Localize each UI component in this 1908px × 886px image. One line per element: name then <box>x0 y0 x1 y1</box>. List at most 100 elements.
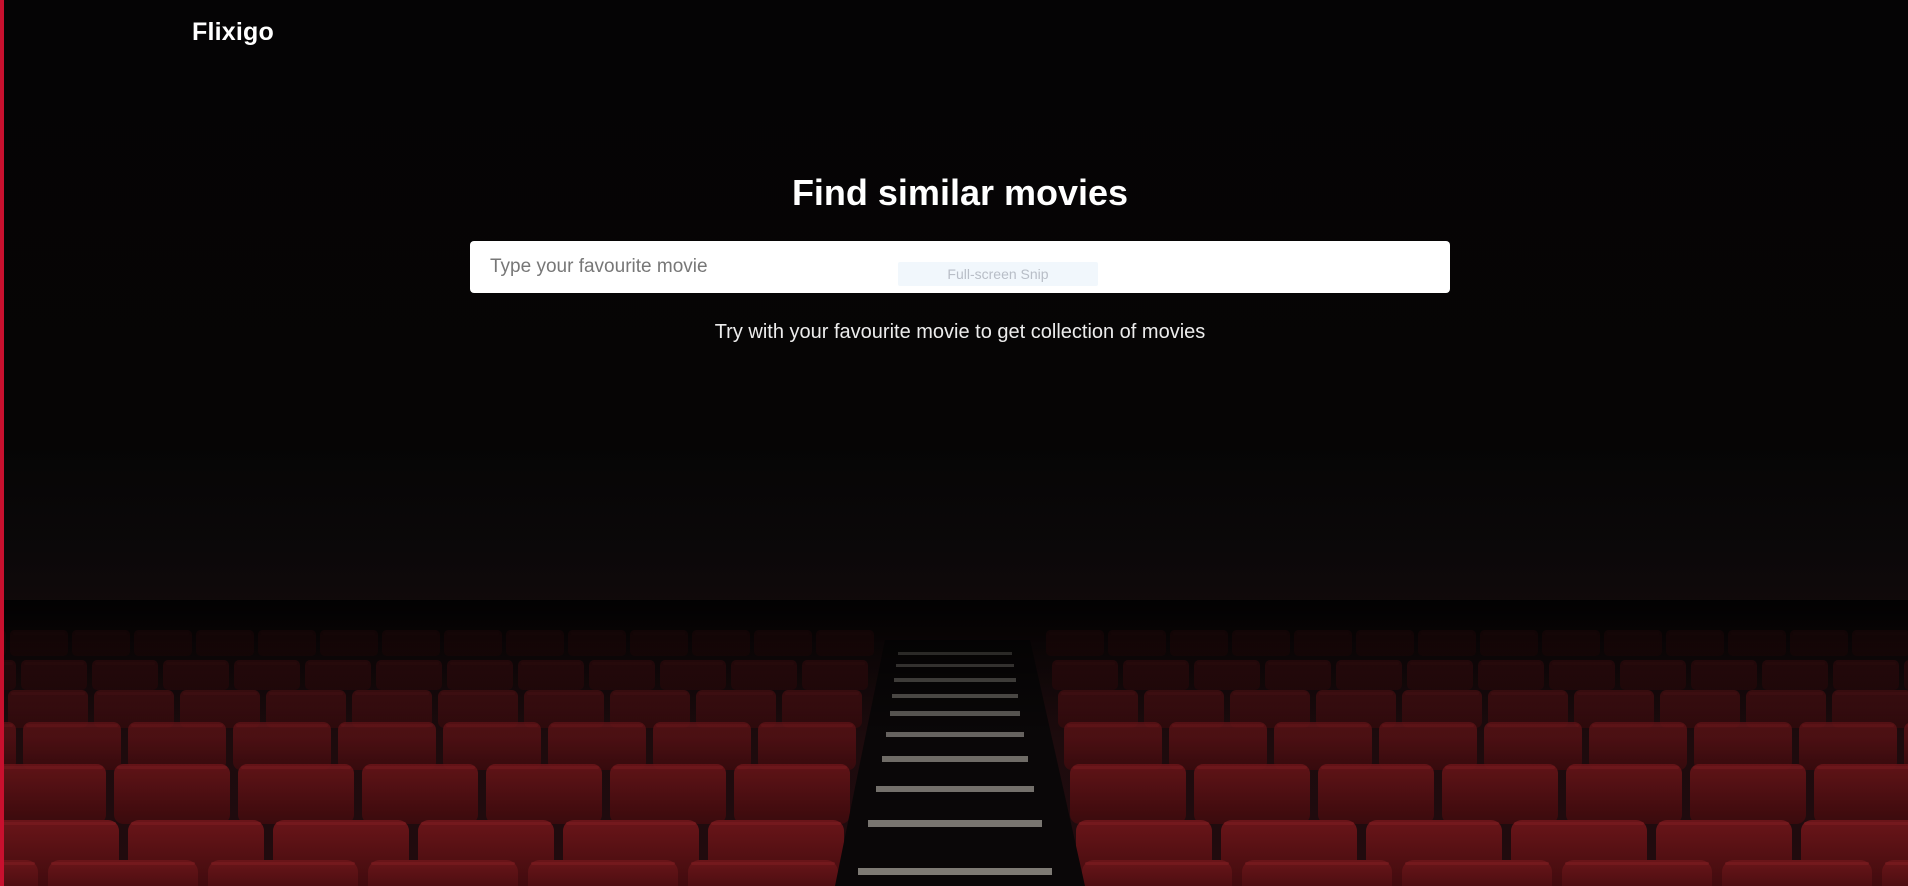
theater-seat <box>1379 722 1477 770</box>
theater-seat <box>1511 820 1647 886</box>
theater-seat <box>114 764 230 824</box>
theater-seat <box>1484 722 1582 770</box>
theater-seat <box>734 764 850 824</box>
theater-seat <box>1194 660 1260 690</box>
theater-seat <box>273 820 409 886</box>
left-accent-bar <box>0 0 4 886</box>
theater-seat <box>238 764 354 824</box>
theater-seat <box>630 630 688 656</box>
theater-seat <box>1336 660 1402 690</box>
theater-seat <box>1046 630 1104 656</box>
theater-seat <box>610 690 690 728</box>
theater-seat <box>1589 722 1687 770</box>
theater-seat <box>1722 860 1872 886</box>
theater-seat <box>1070 764 1186 824</box>
theater-seat <box>208 860 358 886</box>
theater-seat <box>376 660 442 690</box>
theater-seat <box>1882 860 1908 886</box>
theater-seat <box>128 820 264 886</box>
theater-seat <box>1082 860 1232 886</box>
theater-background-image <box>0 600 1908 886</box>
theater-seat <box>660 660 726 690</box>
theater-seat <box>688 860 838 886</box>
theater-seat <box>163 660 229 690</box>
theater-seat <box>1790 630 1848 656</box>
theater-seat <box>1418 630 1476 656</box>
theater-seat <box>506 630 564 656</box>
theater-seat <box>1762 660 1828 690</box>
theater-seat <box>266 690 346 728</box>
aisle-step <box>876 786 1034 792</box>
theater-seat <box>1620 660 1686 690</box>
theater-seat <box>23 722 121 770</box>
theater-seat <box>1058 690 1138 728</box>
theater-seat <box>1728 630 1786 656</box>
theater-seat <box>1801 820 1908 886</box>
theater-seat <box>233 722 331 770</box>
theater-seat <box>1690 764 1806 824</box>
theater-seat <box>0 860 38 886</box>
theater-seat <box>816 630 874 656</box>
theater-seat <box>1265 660 1331 690</box>
theater-seat <box>1852 630 1908 656</box>
theater-seat <box>486 764 602 824</box>
theater-seat <box>234 660 300 690</box>
theater-seat <box>568 630 626 656</box>
theater-seat <box>548 722 646 770</box>
aisle-step <box>882 756 1028 762</box>
theater-seat <box>1318 764 1434 824</box>
theater-seat <box>368 860 518 886</box>
theater-seat <box>524 690 604 728</box>
theater-seat <box>196 630 254 656</box>
theater-seat <box>1746 690 1826 728</box>
theater-seat <box>128 722 226 770</box>
aisle-step <box>858 868 1052 875</box>
theater-seat <box>1230 690 1310 728</box>
aisle-step <box>894 678 1016 682</box>
theater-seat <box>758 722 856 770</box>
theater-seat <box>1694 722 1792 770</box>
theater-seat <box>731 660 797 690</box>
theater-seat <box>1064 722 1162 770</box>
snip-overlay-label: Full-screen Snip <box>898 262 1098 286</box>
theater-seat <box>1478 660 1544 690</box>
theater-seat <box>782 690 862 728</box>
theater-seat <box>1402 860 1552 886</box>
theater-seat <box>518 660 584 690</box>
theater-seat <box>754 630 812 656</box>
brand-logo[interactable]: Flixigo <box>192 18 274 47</box>
theater-seat <box>1123 660 1189 690</box>
theater-seat <box>1169 722 1267 770</box>
theater-seat <box>1691 660 1757 690</box>
theater-seat <box>1316 690 1396 728</box>
theater-seat <box>1604 630 1662 656</box>
theater-seat <box>1108 630 1166 656</box>
theater-seat <box>1666 630 1724 656</box>
theater-seat <box>1566 764 1682 824</box>
aisle-step <box>896 664 1014 667</box>
theater-seat <box>610 764 726 824</box>
page: Flixigo Find similar movies Full-screen … <box>0 0 1908 886</box>
theater-seat <box>352 690 432 728</box>
theater-seat <box>1660 690 1740 728</box>
theater-seat <box>563 820 699 886</box>
aisle-step <box>898 652 1012 655</box>
theater-seat <box>418 820 554 886</box>
theater-seat <box>1402 690 1482 728</box>
theater-seat <box>1407 660 1473 690</box>
theater-seat <box>94 690 174 728</box>
theater-seat <box>1076 820 1212 886</box>
search-hint-text: Try with your favourite movie to get col… <box>714 321 1206 343</box>
theater-seat <box>1904 660 1908 690</box>
theater-seat <box>692 630 750 656</box>
theater-seat <box>338 722 436 770</box>
theater-seat <box>362 764 478 824</box>
theater-seat <box>1833 660 1899 690</box>
aisle-step <box>868 820 1042 827</box>
theater-seat <box>0 820 119 886</box>
theater-seat <box>1274 722 1372 770</box>
theater-seat <box>1814 764 1908 824</box>
theater-seat <box>1232 630 1290 656</box>
theater-seat <box>1194 764 1310 824</box>
theater-seat <box>1562 860 1712 886</box>
